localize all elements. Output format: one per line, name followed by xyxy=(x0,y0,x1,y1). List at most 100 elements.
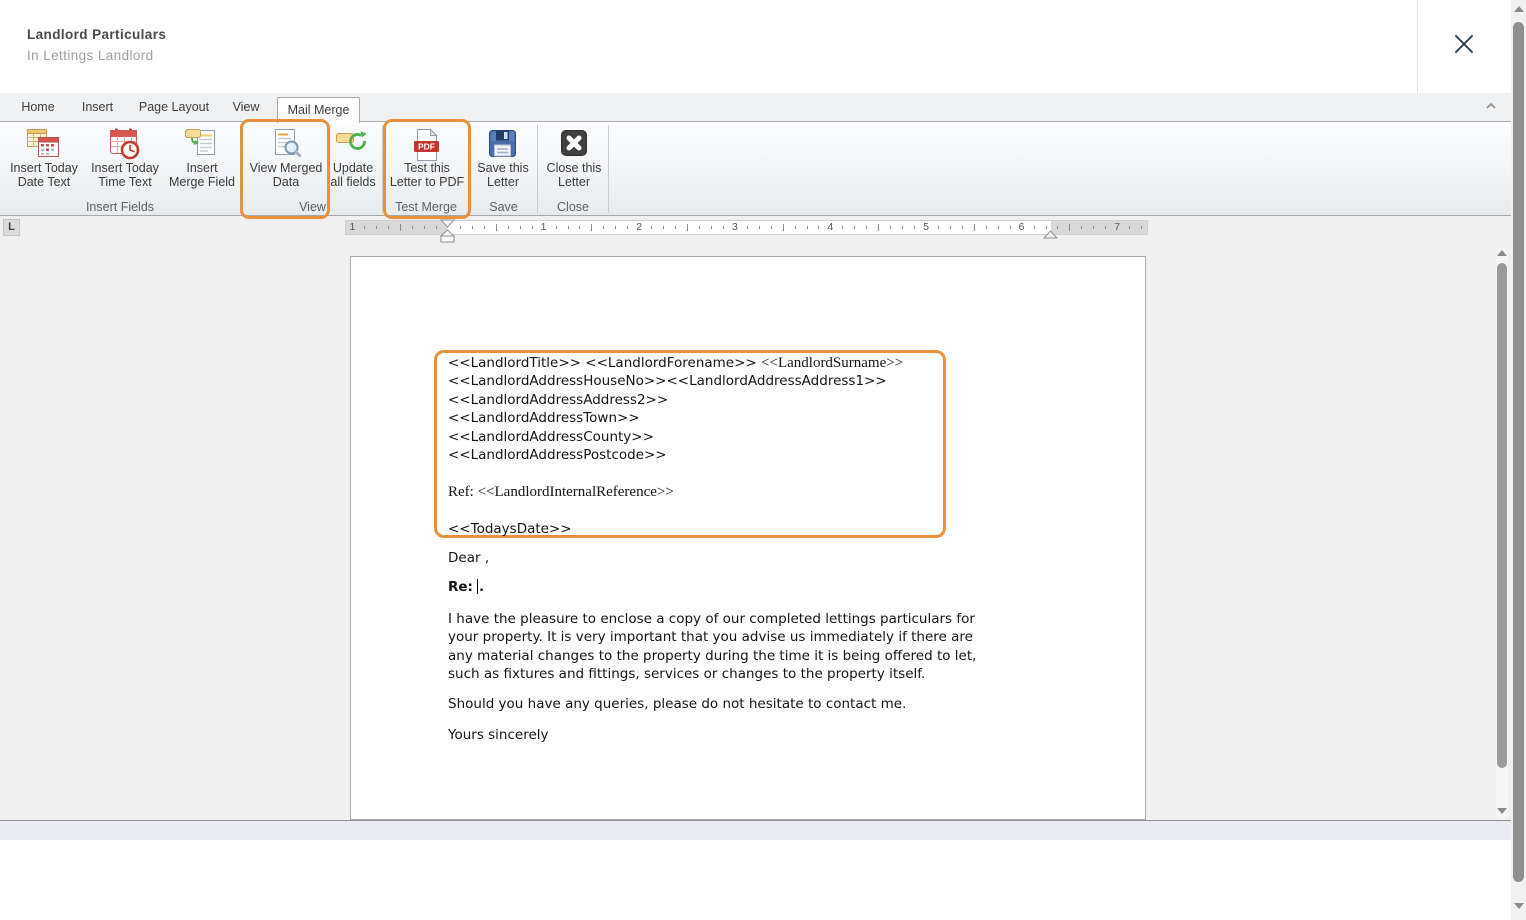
test-letter-to-pdf-button[interactable]: PDF Test this Letter to PDF xyxy=(388,124,466,200)
ruler-right-margin-zone xyxy=(1051,221,1147,234)
insert-today-time-button[interactable]: Insert Today Time Text xyxy=(85,124,165,200)
ruler-number: 5 xyxy=(923,221,929,233)
ruler-number: 7 xyxy=(1114,221,1121,233)
view-merged-data-button[interactable]: View Merged Data xyxy=(246,124,326,200)
tab-insert[interactable]: Insert xyxy=(70,93,125,122)
page-scrollbar[interactable] xyxy=(1511,0,1526,920)
button-label: Date Text xyxy=(17,174,71,189)
document-scrollbar[interactable] xyxy=(1494,248,1510,820)
button-label: Update xyxy=(332,161,374,175)
insert-today-date-button[interactable]: Insert Today Date Text xyxy=(2,124,86,200)
button-label: Test this xyxy=(404,161,450,175)
button-label: View Merged xyxy=(249,161,323,175)
ruler-left-margin-zone xyxy=(346,221,447,234)
paragraph-line: your property. It is very important that… xyxy=(448,629,973,646)
merge-field-block: <<LandlordTitle>> <<LandlordForename>> <… xyxy=(448,354,903,538)
group-separator xyxy=(240,125,241,213)
group-label-save: Save xyxy=(489,200,518,214)
group-label-test-merge: Test Merge xyxy=(395,200,457,214)
indent-marker-left[interactable] xyxy=(439,219,456,244)
body-paragraph-2: Should you have any queries, please do n… xyxy=(448,696,907,712)
re-line: Re:. xyxy=(448,579,484,595)
scroll-up-icon[interactable] xyxy=(1497,250,1507,256)
document-magnifier-icon xyxy=(246,124,326,162)
tab-view[interactable]: View xyxy=(222,93,270,122)
ruler-number: 2 xyxy=(636,221,643,233)
group-label-view: View xyxy=(299,200,326,214)
ruler: 1 1 2 3 4 5 6 7 xyxy=(345,220,1148,235)
group-separator xyxy=(608,125,609,213)
letter-page[interactable]: <<LandlordTitle>> <<LandlordForename>> <… xyxy=(350,256,1146,820)
merge-field-icon xyxy=(165,124,239,162)
closing-line: Yours sincerely xyxy=(448,727,549,743)
button-label: Insert xyxy=(186,161,218,175)
ribbon: Insert Today Date Text Insert Today Time… xyxy=(0,119,1511,219)
merge-line-town: <<LandlordAddressTown>> xyxy=(448,410,640,427)
floppy-disk-icon xyxy=(471,124,535,162)
document-scrollbar-thumb[interactable] xyxy=(1497,263,1507,768)
tab-home[interactable]: Home xyxy=(12,93,64,122)
calendar-clock-icon xyxy=(85,124,165,162)
page-scroll-down-icon[interactable] xyxy=(1514,903,1524,909)
button-label: Insert Today xyxy=(10,161,78,175)
tab-page-layout[interactable]: Page Layout xyxy=(130,93,218,122)
scroll-down-icon[interactable] xyxy=(1497,808,1507,814)
close-this-letter-button[interactable]: Close this Letter xyxy=(539,124,609,200)
ruler-number: 3 xyxy=(731,221,738,233)
ruler-number: 1 xyxy=(349,221,356,233)
salutation-line: Dear , xyxy=(448,550,490,566)
close-dialog-button[interactable] xyxy=(1451,31,1477,57)
paragraph-line: any material changes to the property dur… xyxy=(448,647,977,664)
button-label: Letter xyxy=(487,174,519,189)
button-label: Time Text xyxy=(98,174,152,189)
svg-text:PDF: PDF xyxy=(418,142,435,152)
button-label: Save this xyxy=(477,161,529,175)
merge-field-surname: <<LandlordSurname>> xyxy=(761,355,904,371)
page-title: Landlord Particulars xyxy=(27,27,167,42)
letter-editor-window: Landlord Particulars In Lettings Landlor… xyxy=(0,0,1526,920)
update-all-fields-button[interactable]: Update all fields xyxy=(327,124,379,200)
chevron-up-icon xyxy=(1484,99,1498,116)
save-this-letter-button[interactable]: Save this Letter xyxy=(471,124,535,200)
body-paragraph-1: I have the pleasure to enclose a copy of… xyxy=(448,610,976,684)
refresh-field-icon xyxy=(327,124,379,162)
button-label: Data xyxy=(272,174,300,189)
merge-line-todays-date: <<TodaysDate>> xyxy=(448,520,572,537)
close-square-icon xyxy=(539,124,609,162)
horizontal-scroll-area xyxy=(0,821,1511,840)
merge-line-ref: Ref: <<LandlordInternalReference>> xyxy=(448,483,674,500)
header: Landlord Particulars In Lettings Landlor… xyxy=(0,0,1511,93)
re-label: Re: xyxy=(448,579,473,595)
collapse-ribbon-button[interactable] xyxy=(1484,99,1500,115)
ribbon-tabstrip: Home Insert Page Layout View Mail Merge xyxy=(0,93,1511,123)
button-label: Merge Field xyxy=(169,174,235,189)
merge-line-county: <<LandlordAddressCounty>> xyxy=(448,428,654,445)
text-caret xyxy=(476,579,478,594)
insert-merge-field-button[interactable]: Insert Merge Field xyxy=(165,124,239,200)
page-subtitle: In Lettings Landlord xyxy=(27,48,154,63)
button-label: Letter to PDF xyxy=(389,174,465,189)
paragraph-line: I have the pleasure to enclose a copy of… xyxy=(448,611,975,627)
page-scrollbar-thumb[interactable] xyxy=(1513,22,1524,882)
merge-line-address2: <<LandlordAddressAddress2>> xyxy=(448,391,669,408)
merge-field-title-forename: <<LandlordTitle>> <<LandlordForename>> xyxy=(448,355,762,371)
tab-stop-selector[interactable]: L xyxy=(3,219,20,236)
button-label: Insert Today xyxy=(91,161,159,175)
calendar-date-icon xyxy=(2,124,86,162)
close-icon xyxy=(1451,35,1477,61)
ruler-number: 6 xyxy=(1018,221,1025,233)
page-scroll-up-icon[interactable] xyxy=(1514,6,1524,12)
merge-line-address1: <<LandlordAddressHouseNo>><<LandlordAddr… xyxy=(448,373,887,390)
merge-line-postcode: <<LandlordAddressPostcode>> xyxy=(448,447,667,464)
button-label: all fields xyxy=(330,174,376,189)
header-divider xyxy=(1417,0,1418,93)
document-viewport: L 1 1 2 3 4 5 6 7 <<LandlordTitle>> <<LandlordF… xyxy=(0,216,1511,821)
tab-mail-merge[interactable]: Mail Merge xyxy=(277,97,360,123)
paragraph-line: such as fixtures and fittings, services … xyxy=(448,666,926,683)
indent-marker-right[interactable] xyxy=(1042,226,1059,239)
button-label: Letter xyxy=(558,174,590,189)
group-label-close: Close xyxy=(557,200,589,214)
pdf-icon: PDF xyxy=(388,124,466,162)
ruler-number: 1 xyxy=(540,221,547,233)
